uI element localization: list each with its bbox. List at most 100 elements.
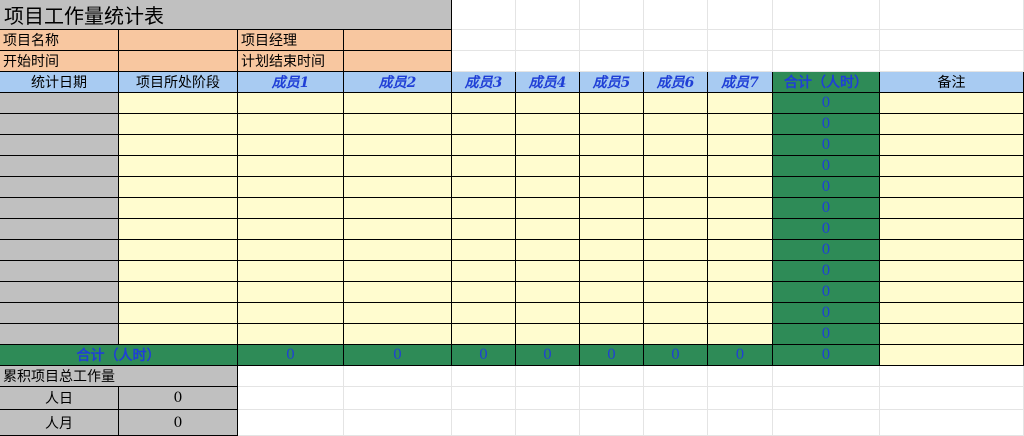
- empty-cell[interactable]: [452, 410, 516, 436]
- member-hours-cell[interactable]: [580, 261, 644, 282]
- member-hours-cell[interactable]: [452, 177, 516, 198]
- empty-cell[interactable]: [773, 410, 880, 436]
- empty-cell[interactable]: [580, 366, 644, 387]
- stage-cell[interactable]: [119, 114, 238, 135]
- stage-cell[interactable]: [119, 198, 238, 219]
- remark-cell[interactable]: [880, 282, 1024, 303]
- summary-remark-cell[interactable]: [880, 345, 1024, 366]
- empty-cell[interactable]: [880, 51, 1024, 72]
- member-hours-cell[interactable]: [644, 324, 708, 345]
- date-cell[interactable]: [0, 156, 119, 177]
- empty-cell[interactable]: [644, 387, 708, 410]
- stage-cell[interactable]: [119, 324, 238, 345]
- empty-cell[interactable]: [708, 366, 773, 387]
- member-hours-cell[interactable]: [516, 93, 580, 114]
- empty-cell[interactable]: [580, 410, 644, 436]
- member-hours-cell[interactable]: [644, 177, 708, 198]
- member-hours-cell[interactable]: [238, 93, 344, 114]
- planned-end-time-input[interactable]: [344, 51, 452, 72]
- empty-cell[interactable]: [238, 410, 344, 436]
- stage-cell[interactable]: [119, 219, 238, 240]
- empty-cell[interactable]: [580, 387, 644, 410]
- empty-cell[interactable]: [580, 30, 644, 51]
- member-hours-cell[interactable]: [580, 114, 644, 135]
- member-hours-cell[interactable]: [708, 93, 773, 114]
- empty-cell[interactable]: [344, 410, 452, 436]
- member-hours-cell[interactable]: [238, 282, 344, 303]
- date-cell[interactable]: [0, 282, 119, 303]
- member-hours-cell[interactable]: [344, 114, 452, 135]
- member-hours-cell[interactable]: [452, 219, 516, 240]
- member-hours-cell[interactable]: [708, 135, 773, 156]
- member-hours-cell[interactable]: [516, 219, 580, 240]
- empty-cell[interactable]: [344, 387, 452, 410]
- empty-cell[interactable]: [580, 0, 644, 30]
- empty-cell[interactable]: [880, 387, 1024, 410]
- empty-cell[interactable]: [708, 410, 773, 436]
- stage-cell[interactable]: [119, 240, 238, 261]
- date-cell[interactable]: [0, 261, 119, 282]
- member-hours-cell[interactable]: [708, 156, 773, 177]
- date-cell[interactable]: [0, 240, 119, 261]
- date-cell[interactable]: [0, 219, 119, 240]
- member-hours-cell[interactable]: [644, 261, 708, 282]
- member-hours-cell[interactable]: [344, 198, 452, 219]
- empty-cell[interactable]: [880, 410, 1024, 436]
- member-hours-cell[interactable]: [344, 303, 452, 324]
- remark-cell[interactable]: [880, 198, 1024, 219]
- remark-cell[interactable]: [880, 219, 1024, 240]
- empty-cell[interactable]: [773, 51, 880, 72]
- member-hours-cell[interactable]: [516, 240, 580, 261]
- member-hours-cell[interactable]: [708, 303, 773, 324]
- member-hours-cell[interactable]: [580, 135, 644, 156]
- empty-cell[interactable]: [880, 30, 1024, 51]
- member-hours-cell[interactable]: [452, 93, 516, 114]
- member-hours-cell[interactable]: [238, 261, 344, 282]
- member-hours-cell[interactable]: [238, 324, 344, 345]
- date-cell[interactable]: [0, 303, 119, 324]
- member-hours-cell[interactable]: [452, 324, 516, 345]
- member-hours-cell[interactable]: [708, 114, 773, 135]
- member-hours-cell[interactable]: [516, 177, 580, 198]
- empty-cell[interactable]: [452, 51, 516, 72]
- empty-cell[interactable]: [452, 30, 516, 51]
- member-hours-cell[interactable]: [452, 303, 516, 324]
- empty-cell[interactable]: [708, 0, 773, 30]
- project-name-input[interactable]: [119, 30, 238, 51]
- member-hours-cell[interactable]: [344, 282, 452, 303]
- empty-cell[interactable]: [773, 366, 880, 387]
- stage-cell[interactable]: [119, 135, 238, 156]
- member-hours-cell[interactable]: [344, 93, 452, 114]
- member-hours-cell[interactable]: [644, 135, 708, 156]
- empty-cell[interactable]: [516, 366, 580, 387]
- date-cell[interactable]: [0, 324, 119, 345]
- member-hours-cell[interactable]: [452, 240, 516, 261]
- member-hours-cell[interactable]: [580, 93, 644, 114]
- member-hours-cell[interactable]: [644, 282, 708, 303]
- empty-cell[interactable]: [773, 30, 880, 51]
- member-hours-cell[interactable]: [344, 177, 452, 198]
- member-hours-cell[interactable]: [516, 135, 580, 156]
- empty-cell[interactable]: [644, 51, 708, 72]
- empty-cell[interactable]: [238, 387, 344, 410]
- member-hours-cell[interactable]: [452, 198, 516, 219]
- member-hours-cell[interactable]: [708, 177, 773, 198]
- remark-cell[interactable]: [880, 324, 1024, 345]
- empty-cell[interactable]: [580, 51, 644, 72]
- member-hours-cell[interactable]: [708, 282, 773, 303]
- member-hours-cell[interactable]: [344, 324, 452, 345]
- empty-cell[interactable]: [452, 387, 516, 410]
- stage-cell[interactable]: [119, 261, 238, 282]
- member-hours-cell[interactable]: [238, 240, 344, 261]
- empty-cell[interactable]: [773, 387, 880, 410]
- remark-cell[interactable]: [880, 114, 1024, 135]
- member-hours-cell[interactable]: [516, 261, 580, 282]
- stage-cell[interactable]: [119, 282, 238, 303]
- remark-cell[interactable]: [880, 177, 1024, 198]
- empty-cell[interactable]: [238, 366, 344, 387]
- member-hours-cell[interactable]: [708, 198, 773, 219]
- member-hours-cell[interactable]: [580, 156, 644, 177]
- member-hours-cell[interactable]: [344, 240, 452, 261]
- member-hours-cell[interactable]: [238, 219, 344, 240]
- empty-cell[interactable]: [644, 30, 708, 51]
